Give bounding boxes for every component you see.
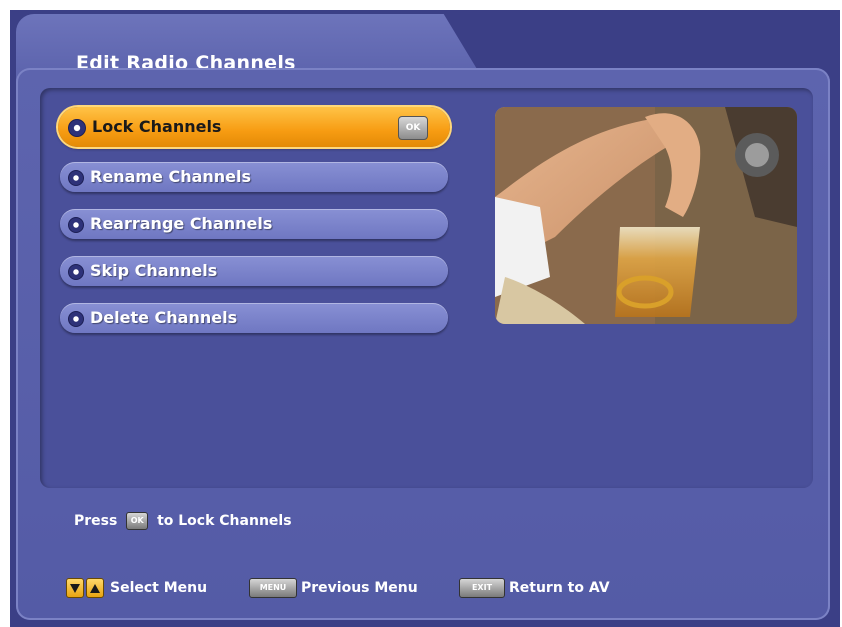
menu-item-label: Skip Channels [90, 261, 218, 280]
menu-item-label: Delete Channels [90, 308, 238, 327]
bullet-icon [68, 119, 86, 137]
menu-item-label: Rearrange Channels [90, 214, 273, 233]
menu-key-icon: MENU [249, 578, 297, 598]
bullet-icon [68, 170, 84, 186]
return-av-hint: EXIT Return to AV [459, 578, 610, 598]
menu-item-rearrange-channels[interactable]: Rearrange Channels [60, 209, 448, 239]
menu-item-rename-channels[interactable]: Rename Channels [60, 162, 448, 192]
hint-press-text: Press [74, 513, 118, 529]
select-menu-label: Select Menu [110, 580, 208, 596]
menu-item-lock-channels[interactable]: Lock Channels OK [58, 107, 450, 147]
video-preview [495, 107, 797, 324]
exit-key-icon: EXIT [459, 578, 505, 598]
bullet-icon [68, 311, 84, 327]
ok-key-icon: OK [126, 512, 149, 530]
menu-item-delete-channels[interactable]: Delete Channels [60, 303, 448, 333]
previous-menu-label: Previous Menu [301, 580, 418, 596]
menu-item-label: Lock Channels [92, 117, 222, 136]
bullet-icon [68, 217, 84, 233]
hint-line: Press OK to Lock Channels [74, 512, 292, 530]
menu-item-skip-channels[interactable]: Skip Channels [60, 256, 448, 286]
video-frame-image [495, 107, 797, 324]
up-arrow-icon [86, 578, 104, 598]
hint-action-text: to Lock Channels [157, 513, 292, 529]
bullet-icon [68, 264, 84, 280]
down-arrow-icon [66, 578, 84, 598]
previous-menu-hint: MENU Previous Menu [249, 578, 418, 598]
menu-item-label: Rename Channels [90, 167, 252, 186]
ok-key-icon: OK [398, 116, 428, 140]
select-menu-hint: Select Menu [66, 578, 207, 598]
return-av-label: Return to AV [509, 580, 610, 596]
